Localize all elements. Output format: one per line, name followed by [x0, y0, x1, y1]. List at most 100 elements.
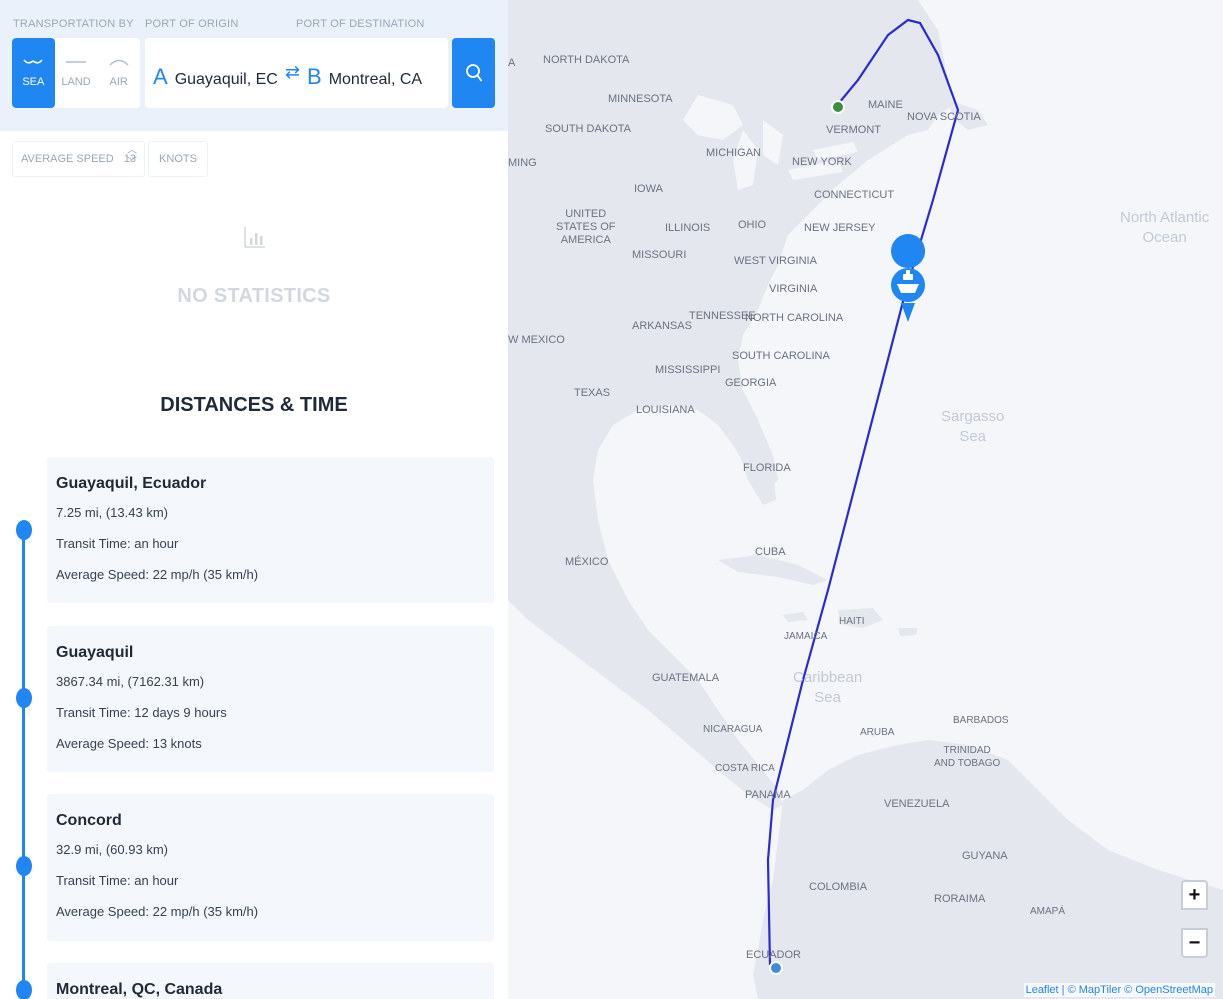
mode-air-label: AIR — [109, 76, 128, 88]
origin-destination-field: A Guayaquil, EC ⇄ B Montreal, CA — [145, 38, 448, 108]
map-label: CUBA — [755, 546, 786, 558]
map-basemap — [508, 0, 1223, 999]
search-button[interactable] — [452, 38, 495, 108]
map-label: UNITED STATES OF AMERICA — [556, 208, 616, 246]
map-label: MAINE — [868, 99, 903, 111]
ocean-label: Caribbean Sea — [793, 669, 863, 706]
destination-marker[interactable] — [831, 100, 845, 114]
map-label: NEW YORK — [792, 156, 852, 168]
zoom-out-button[interactable]: − — [1181, 928, 1208, 958]
map-label: MICHIGAN — [706, 147, 761, 159]
speed-stepper-icon[interactable]: ︿ ﹀ — [127, 145, 137, 169]
route-map[interactable]: A NORTH DAKOTA MINNESOTA SOUTH DAKOTA MI… — [508, 0, 1223, 999]
leg-transit-time: Transit Time: 12 days 9 hours — [56, 705, 227, 720]
timeline-dot — [16, 688, 32, 708]
map-label: FLORIDA — [743, 462, 791, 474]
timeline-dot — [16, 520, 32, 540]
leg-card: Guayaquil, Ecuador 7.25 mi, (13.43 km) T… — [47, 457, 494, 603]
map-label: GUYANA — [962, 850, 1008, 862]
map-label: ILLINOIS — [665, 222, 711, 234]
leg-distance: 7.25 mi, (13.43 km) — [56, 505, 168, 520]
map-label: MÉXICO — [565, 556, 609, 568]
map-label: COSTA RICA — [715, 763, 775, 774]
map-label: MING — [508, 157, 537, 169]
transport-label: TRANSPORTATION BY — [13, 18, 134, 30]
timeline-dot — [16, 856, 32, 876]
map-label: CONNECTICUT — [814, 189, 895, 201]
mode-sea-label: SEA — [22, 76, 45, 88]
leg-distance: 3867.34 mi, (7162.31 km) — [56, 674, 205, 689]
bar-chart-icon — [244, 227, 265, 248]
zoom-in-button[interactable]: + — [1181, 880, 1208, 910]
map-label: IOWA — [634, 183, 663, 195]
destination-input[interactable]: B Montreal, CA — [307, 64, 422, 90]
leg-average-speed: Average Speed: 22 mp/h (35 km/h) — [56, 904, 259, 919]
swap-icon[interactable]: ⇄ — [285, 62, 300, 83]
map-label: MISSOURI — [632, 249, 687, 261]
leg-transit-time: Transit Time: an hour — [56, 873, 179, 888]
leg-average-speed: Average Speed: 13 knots — [56, 736, 202, 751]
speed-unit-select[interactable]: KNOTS — [148, 141, 208, 177]
average-speed-field[interactable]: AVERAGE SPEED 13 ︿ ﹀ — [12, 141, 145, 177]
map-label: ARUBA — [860, 727, 895, 738]
timeline-line — [22, 530, 25, 999]
map-label: WEST VIRGINIA — [734, 255, 817, 267]
map-label: NEW JERSEY — [804, 222, 876, 234]
leg-card: Montreal, QC, Canada — [47, 963, 494, 999]
map-label: VERMONT — [826, 124, 881, 136]
air-icon — [109, 59, 129, 66]
map-label: AMAPÁ — [1030, 906, 1066, 917]
origin-marker[interactable] — [769, 961, 783, 975]
origin-value: Guayaquil, EC — [174, 71, 278, 88]
leg-title: Guayaquil — [56, 644, 134, 661]
destination-label: PORT OF DESTINATION — [296, 18, 425, 30]
mode-air-button[interactable]: AIR — [97, 38, 140, 108]
map-label: COLOMBIA — [809, 881, 868, 893]
leg-average-speed: Average Speed: 22 mp/h (35 km/h) — [56, 567, 259, 582]
leg-card: Guayaquil 3867.34 mi, (7162.31 km) Trans… — [47, 626, 494, 772]
leg-distance: 32.9 mi, (60.93 km) — [56, 842, 168, 857]
ocean-label: North Atlantic Ocean — [1120, 209, 1210, 246]
map-label: MISSISSIPPI — [655, 364, 721, 376]
map-attribution[interactable]: Leaflet | © MapTiler © OpenStreetMap — [1023, 983, 1215, 997]
map-label: RORAIMA — [934, 893, 986, 905]
origin-input[interactable]: A Guayaquil, EC — [153, 64, 278, 90]
map-label: A — [508, 57, 516, 69]
mode-land-button[interactable]: LAND — [55, 38, 98, 108]
map-label: MINNESOTA — [608, 93, 673, 105]
map-label: TRINIDAD AND TOBAGO — [934, 745, 1001, 769]
map-label: VENEZUELA — [884, 798, 950, 810]
map-label: TEXAS — [574, 387, 611, 399]
average-speed-label: AVERAGE SPEED — [21, 153, 114, 165]
map-label: SOUTH DAKOTA — [545, 123, 631, 135]
map-label: NOVA SCOTIA — [907, 111, 981, 123]
distances-title: DISTANCES & TIME — [160, 394, 348, 416]
map-label: GEORGIA — [725, 377, 777, 389]
transport-mode-selector: SEA LAND AIR — [12, 38, 140, 108]
map-label: JAMAICA — [784, 631, 828, 642]
origin-letter: A — [153, 64, 168, 89]
mode-sea-button[interactable]: SEA — [12, 38, 55, 108]
destination-letter: B — [307, 64, 322, 89]
speed-unit-label: KNOTS — [159, 153, 197, 165]
search-icon — [465, 64, 482, 82]
leg-title: Concord — [56, 812, 122, 829]
no-statistics-label: NO STATISTICS — [177, 285, 331, 307]
map-label: W MEXICO — [508, 334, 565, 346]
leg-transit-time: Transit Time: an hour — [56, 536, 179, 551]
leg-title: Guayaquil, Ecuador — [56, 475, 207, 492]
destination-value: Montreal, CA — [328, 71, 423, 88]
wave-icon — [23, 59, 43, 64]
map-label: NICARAGUA — [703, 724, 763, 735]
map-label: ECUADOR — [746, 949, 802, 961]
map-label: HAITI — [839, 616, 865, 627]
map-label: NORTH DAKOTA — [543, 54, 630, 66]
road-icon — [66, 61, 86, 63]
map-label: SOUTH CAROLINA — [732, 350, 830, 362]
map-label: PANAMA — [745, 789, 791, 801]
leg-card: Concord 32.9 mi, (60.93 km) Transit Time… — [47, 794, 494, 941]
origin-label: PORT OF ORIGIN — [145, 18, 239, 30]
map-label: BARBADOS — [953, 715, 1009, 726]
map-label: NORTH CAROLINA — [745, 312, 844, 324]
ocean-label: Sargasso Sea — [941, 408, 1005, 445]
